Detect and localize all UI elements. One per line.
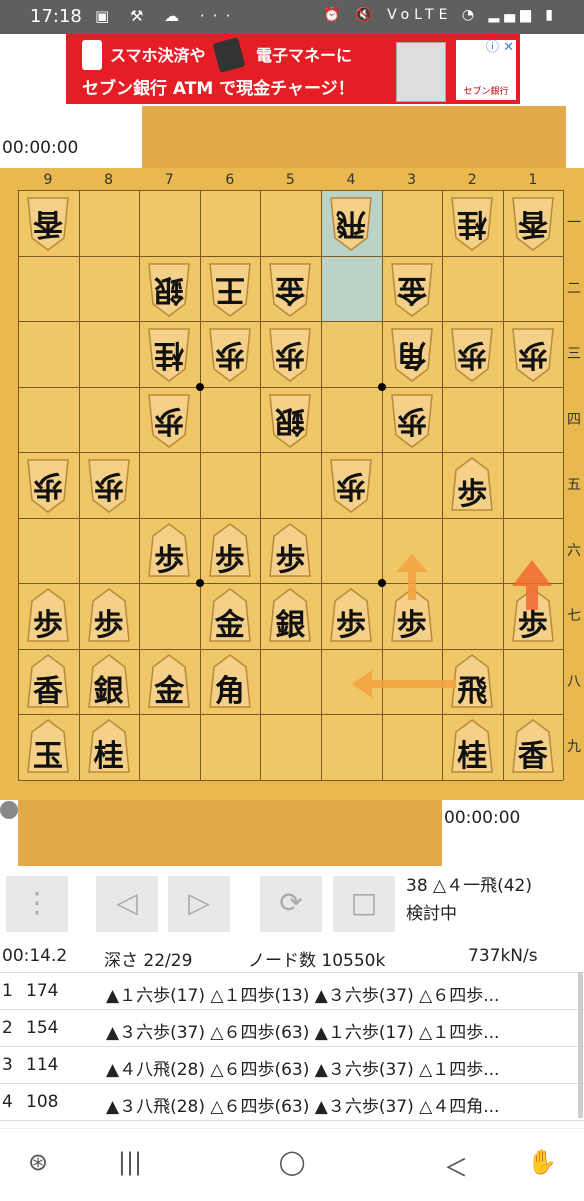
nodes-per-second: 737kN/s xyxy=(468,946,538,966)
pv-line[interactable]: 4 108 ▲３八飛(28) △６四歩(63) ▲３六歩(37) △４四角... xyxy=(0,1083,584,1121)
file-label: 7 xyxy=(164,172,174,188)
rank-label: 八 xyxy=(567,673,581,690)
file-label: 1 xyxy=(528,172,538,188)
rank-label: 六 xyxy=(567,542,581,559)
stop-icon: □ xyxy=(350,886,378,919)
pv-rank: 1 xyxy=(2,981,13,1001)
ad-text-2: セブン銀行 ATM で現金チャージ！ xyxy=(82,79,355,99)
pv-scrollbar[interactable] xyxy=(578,972,583,1118)
app-assist-icon[interactable]: ⊛ xyxy=(18,1148,58,1182)
prev-move-button[interactable]: ◁ xyxy=(96,876,158,932)
shogi-board[interactable]: 香飛桂香銀王金金桂歩歩角歩歩歩銀歩歩歩歩歩歩歩歩歩歩金銀歩歩歩香銀金角飛玉桂桂香 xyxy=(18,190,565,781)
card-icon xyxy=(212,37,246,73)
status-time: 17:18 xyxy=(30,6,82,27)
pv-rank: 4 xyxy=(2,1092,13,1112)
file-label: 3 xyxy=(407,172,417,188)
ad-text-1a: スマホ決済や xyxy=(110,46,206,65)
candidate-arrow xyxy=(352,670,456,698)
pv-line[interactable]: 1 174 ▲１六歩(17) △１四歩(13) ▲３六歩(37) △６四歩... xyxy=(0,972,584,1009)
pv-line[interactable]: 3 114 ▲４八飛(28) △６四歩(63) ▲３六歩(37) △１四歩... xyxy=(0,1046,584,1083)
turn-indicator xyxy=(0,801,18,819)
pv-score: 108 xyxy=(26,1092,59,1112)
candidate-arrow xyxy=(396,554,428,600)
pv-moves: ▲３八飛(28) △６四歩(63) ▲３六歩(37) △４四角... xyxy=(106,1097,500,1117)
ad-text-1b: 電子マネーに xyxy=(256,46,353,65)
gote-piece-stand xyxy=(142,106,566,172)
pv-moves: ▲４八飛(28) △６四歩(63) ▲３六歩(37) △１四歩... xyxy=(106,1060,500,1080)
file-label: 2 xyxy=(467,172,477,188)
file-label: 8 xyxy=(104,172,114,188)
atm-image xyxy=(396,42,446,102)
best-move-arrow xyxy=(512,560,552,610)
pv-rank: 2 xyxy=(2,1018,13,1038)
recents-icon[interactable]: ||| xyxy=(110,1148,150,1182)
file-label: 6 xyxy=(225,172,235,188)
elapsed-time: 00:14.2 xyxy=(2,946,68,966)
next-move-button[interactable]: ▷ xyxy=(168,876,230,932)
phone-icon xyxy=(82,40,102,70)
sente-clock: 00:00:00 xyxy=(444,808,521,828)
rank-label: 四 xyxy=(567,411,581,428)
move-info: 38 △４一飛(42) 検討中 xyxy=(406,872,532,928)
pv-line[interactable]: 2 154 ▲３六歩(37) △６四歩(63) ▲１六歩(17) △１四歩... xyxy=(0,1009,584,1046)
rank-label: 七 xyxy=(567,608,581,624)
rotate-board-button[interactable]: ⟳ xyxy=(260,876,322,932)
stop-analysis-button[interactable]: □ xyxy=(333,876,395,932)
pv-score: 114 xyxy=(26,1055,59,1075)
menu-button[interactable]: ⋮ xyxy=(6,876,68,932)
move-arrows xyxy=(352,554,552,698)
pv-rank: 3 xyxy=(2,1055,13,1075)
gote-clock: 00:00:00 xyxy=(2,138,79,158)
rank-label: 九 xyxy=(567,739,581,755)
status-bar: 17:18 ▣ ⚒ ☁ ··· ⏰ 🔇 VoLTE ◔ ▂▄▆ ▮ xyxy=(0,0,584,34)
last-move: 38 △４一飛(42) xyxy=(406,876,533,896)
notification-icons: ▣ ⚒ ☁ ··· xyxy=(95,7,239,25)
menu-icon: ⋮ xyxy=(23,886,51,919)
next-icon: ▷ xyxy=(188,886,210,919)
system-status-icons: ⏰ 🔇 VoLTE ◔ ▂▄▆ ▮ xyxy=(323,7,558,23)
file-label: 5 xyxy=(285,172,295,188)
bank-name: セブン銀行 xyxy=(463,87,509,97)
sente-piece-stand xyxy=(18,800,442,866)
pv-moves: ▲１六歩(17) △１四歩(13) ▲３六歩(37) △６四歩... xyxy=(106,986,500,1006)
home-icon[interactable]: ◯ xyxy=(272,1148,312,1182)
pv-score: 154 xyxy=(26,1018,59,1038)
analysis-state: 検討中 xyxy=(406,904,457,924)
rank-label: 五 xyxy=(567,477,581,493)
pv-moves: ▲３六歩(37) △６四歩(63) ▲１六歩(17) △１四歩... xyxy=(106,1023,500,1043)
rank-label: 二 xyxy=(567,280,581,297)
ad-info-close-icon[interactable]: ⓘ ✕ xyxy=(486,36,514,55)
search-depth: 深さ 22/29 xyxy=(104,951,193,971)
back-icon[interactable]: ＜ xyxy=(436,1148,476,1182)
engine-stats: 00:14.2 深さ 22/29 ノード数 10550k 737kN/s xyxy=(0,946,584,972)
pv-score: 174 xyxy=(26,981,59,1001)
rank-label: 三 xyxy=(567,346,581,362)
node-count: ノード数 10550k xyxy=(248,951,386,971)
accessibility-icon[interactable]: ✋ xyxy=(522,1148,562,1182)
file-label: 9 xyxy=(43,172,53,188)
prev-icon: ◁ xyxy=(116,886,138,919)
ad-banner[interactable]: スマホ決済や 電子マネーに セブン銀行 ATM で現金チャージ！ セブン銀行 ⓘ… xyxy=(66,34,520,104)
file-label: 4 xyxy=(346,172,356,188)
rotate-icon: ⟳ xyxy=(279,886,303,919)
rank-label: 一 xyxy=(567,215,581,231)
